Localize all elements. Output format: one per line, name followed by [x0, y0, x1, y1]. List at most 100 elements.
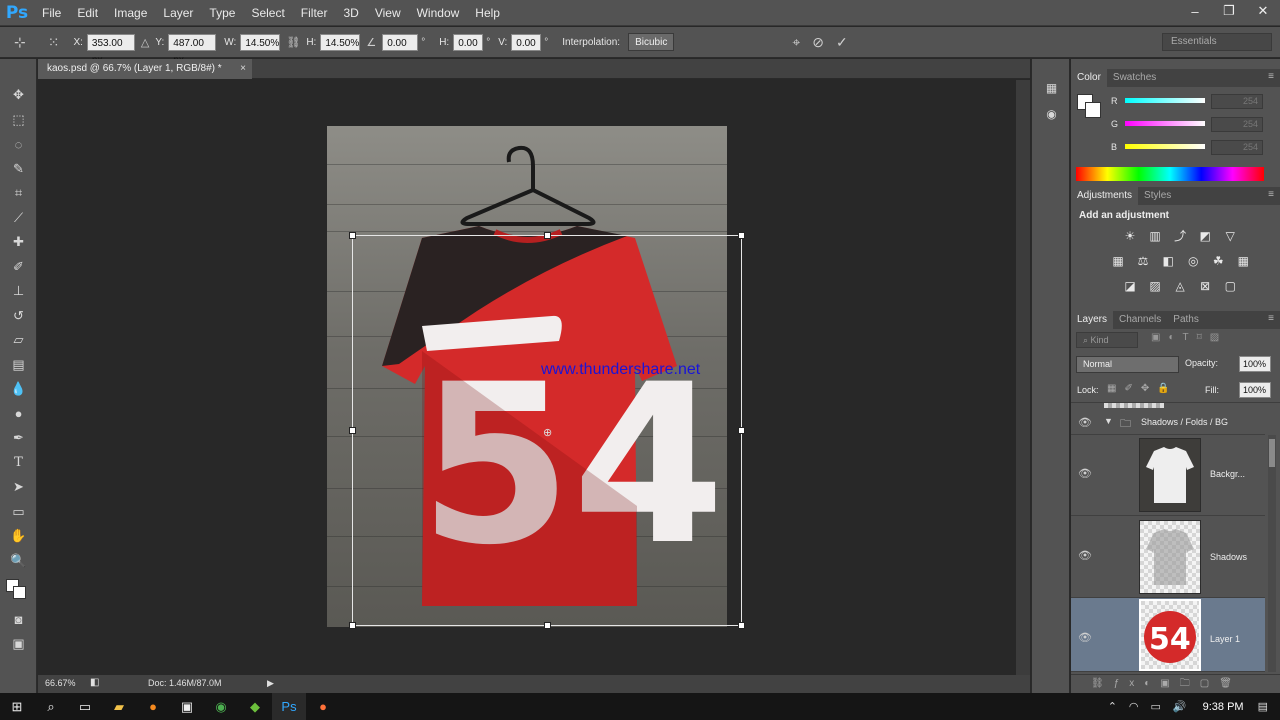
menu-file[interactable]: File: [34, 0, 69, 26]
fill-field[interactable]: 100%: [1239, 382, 1271, 398]
h-field[interactable]: 14.50%: [320, 33, 361, 51]
canvas-vertical-scrollbar[interactable]: [1016, 80, 1030, 675]
move-tool-icon[interactable]: ✥: [0, 83, 37, 108]
history-panel-icon[interactable]: ▦: [1032, 75, 1071, 101]
browser-icon[interactable]: ●: [306, 693, 340, 720]
menu-view[interactable]: View: [367, 0, 409, 26]
hand-tool-icon[interactable]: ✋: [0, 524, 37, 549]
layer-row-background[interactable]: 👁 Backgr...: [1071, 435, 1265, 516]
workspace-select[interactable]: Essentials: [1162, 33, 1272, 51]
move-tool-preset-icon[interactable]: ⊹: [14, 34, 26, 51]
y-field[interactable]: 487.00 px: [168, 33, 217, 66]
path-selection-tool-icon[interactable]: ➤: [0, 475, 37, 500]
red-slider-track[interactable]: [1125, 98, 1205, 103]
color-swatches[interactable]: [0, 573, 36, 607]
lasso-tool-icon[interactable]: ◌: [0, 132, 37, 157]
status-menu-arrow-icon[interactable]: ▶: [267, 678, 274, 689]
color-balance-icon[interactable]: ⚖: [1132, 250, 1154, 272]
posterize-icon[interactable]: ▨: [1144, 275, 1166, 297]
menu-window[interactable]: Window: [409, 0, 468, 26]
menu-3d[interactable]: 3D: [335, 0, 366, 26]
curves-icon[interactable]: ⤴: [1169, 224, 1191, 246]
gradient-tool-icon[interactable]: ▤: [0, 353, 37, 378]
threshold-icon[interactable]: ◬: [1169, 275, 1191, 297]
opacity-field[interactable]: 100%: [1239, 356, 1271, 372]
hue-saturation-icon[interactable]: ▦: [1107, 250, 1129, 272]
photo-filter-icon[interactable]: ◎: [1182, 250, 1204, 272]
color-lookup-icon[interactable]: ▦: [1232, 250, 1254, 272]
layers-scrollbar[interactable]: [1268, 435, 1276, 672]
document-tab[interactable]: kaos.psd @ 66.7% (Layer 1, RGB/8#) * ×: [38, 59, 252, 79]
visibility-eye-icon[interactable]: 👁: [1078, 467, 1092, 480]
task-view-icon[interactable]: ▭: [68, 693, 102, 720]
transform-handle-middle-left[interactable]: [349, 427, 356, 434]
transform-handle-bottom-left[interactable]: [349, 622, 356, 629]
delta-icon[interactable]: △: [141, 36, 149, 49]
tray-up-arrow-icon[interactable]: ⌃: [1108, 700, 1117, 713]
angle-field[interactable]: 0.00: [382, 33, 419, 51]
vibrance-icon[interactable]: ▽: [1219, 225, 1241, 247]
selective-color-icon[interactable]: ▢: [1219, 275, 1241, 297]
clone-stamp-tool-icon[interactable]: ⊥: [0, 279, 37, 304]
levels-icon[interactable]: ▥: [1144, 225, 1166, 247]
file-explorer-icon[interactable]: ▰: [102, 693, 136, 720]
maps-icon[interactable]: ◆: [238, 693, 272, 720]
history-brush-tool-icon[interactable]: ↺: [0, 304, 37, 329]
transform-center-icon[interactable]: ⊕: [543, 426, 552, 439]
transform-handle-top-center[interactable]: [544, 232, 551, 239]
lock-icons[interactable]: ▦✐✥🔒: [1107, 383, 1178, 394]
zoom-level[interactable]: 66.67%: [45, 678, 76, 688]
pen-tool-icon[interactable]: ✒: [0, 426, 37, 451]
red-value-field[interactable]: 254: [1211, 94, 1263, 109]
blue-value-field[interactable]: 254: [1211, 140, 1263, 155]
dodge-tool-icon[interactable]: ●: [0, 402, 37, 427]
document-tab-close[interactable]: ×: [240, 59, 246, 79]
minimize-button[interactable]: –: [1178, 0, 1212, 22]
blend-mode-select[interactable]: Normal: [1076, 356, 1179, 373]
exposure-icon[interactable]: ◩: [1194, 225, 1216, 247]
color-bg-swatch[interactable]: [1085, 102, 1101, 118]
eraser-tool-icon[interactable]: ▱: [0, 328, 37, 353]
blue-slider[interactable]: B 254: [1111, 139, 1276, 157]
photoshop-taskbar-icon[interactable]: Ps: [272, 693, 306, 720]
brush-tool-icon[interactable]: ✐: [0, 255, 37, 280]
volume-icon[interactable]: 🔊: [1173, 700, 1187, 713]
menu-help[interactable]: Help: [467, 0, 508, 26]
blur-tool-icon[interactable]: 💧: [0, 377, 37, 402]
tab-swatches[interactable]: Swatches: [1107, 69, 1162, 87]
blue-slider-track[interactable]: [1125, 144, 1205, 149]
wifi-icon[interactable]: ◠: [1129, 700, 1139, 713]
zoom-tool-icon[interactable]: 🔍: [0, 549, 37, 574]
chrome-icon[interactable]: ◉: [204, 693, 238, 720]
cancel-transform-icon[interactable]: ⊘: [812, 34, 824, 51]
quick-mask-icon[interactable]: ◙: [0, 607, 37, 632]
tab-styles[interactable]: Styles: [1138, 187, 1177, 205]
windows-start-icon[interactable]: ⊞: [0, 693, 34, 720]
red-slider[interactable]: R 254: [1111, 93, 1276, 111]
close-button[interactable]: ✕: [1246, 0, 1280, 22]
vskew-field[interactable]: 0.00: [511, 33, 542, 51]
menu-image[interactable]: Image: [106, 0, 155, 26]
color-spectrum-ramp[interactable]: [1076, 167, 1264, 181]
black-white-icon[interactable]: ◧: [1157, 250, 1179, 272]
tab-color[interactable]: Color: [1071, 69, 1107, 87]
layer-group-row[interactable]: 👁 ▼ 🗀 Shadows / Folds / BG: [1071, 411, 1265, 435]
layers-panel-menu-icon[interactable]: ≡: [1268, 313, 1274, 324]
status-info-icon[interactable]: ◧: [90, 677, 99, 688]
group-expand-icon[interactable]: ▼: [1104, 416, 1113, 426]
gradient-map-icon[interactable]: ⊠: [1194, 275, 1216, 297]
visibility-eye-icon[interactable]: 👁: [1078, 631, 1092, 644]
tab-channels[interactable]: Channels: [1113, 311, 1167, 329]
transform-handle-top-left[interactable]: [349, 232, 356, 239]
battery-icon[interactable]: ▭: [1151, 700, 1161, 713]
reference-point-icon[interactable]: ⁙: [48, 34, 60, 51]
adjustments-panel-menu-icon[interactable]: ≡: [1268, 189, 1274, 200]
menu-select[interactable]: Select: [243, 0, 292, 26]
transform-handle-middle-right[interactable]: [738, 427, 745, 434]
x-field[interactable]: 353.00 px: [86, 33, 135, 66]
invert-icon[interactable]: ◪: [1119, 275, 1141, 297]
background-color-swatch[interactable]: [13, 586, 26, 599]
screen-mode-icon[interactable]: ▣: [0, 632, 37, 657]
transform-handle-top-right[interactable]: [738, 232, 745, 239]
crop-tool-icon[interactable]: ⌗: [0, 181, 37, 206]
